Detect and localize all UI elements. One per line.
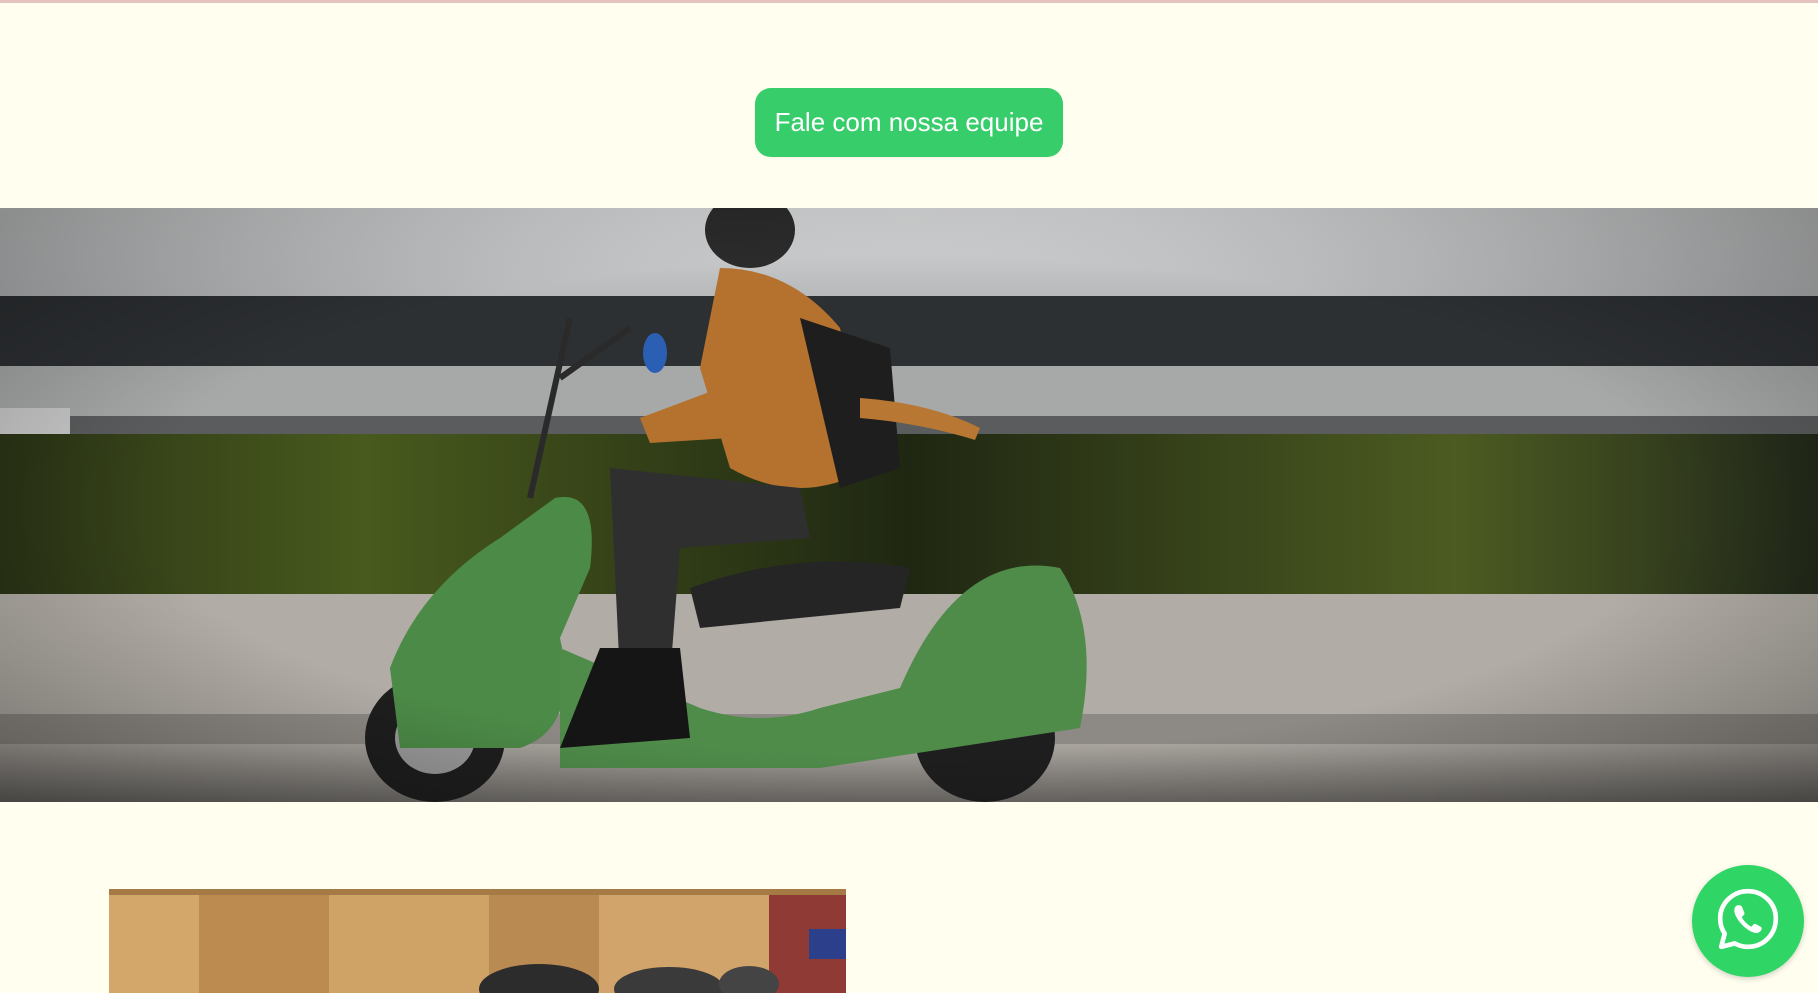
whatsapp-button[interactable] — [1692, 865, 1804, 977]
top-divider — [0, 0, 1818, 3]
contact-team-button[interactable]: Fale com nossa equipe — [754, 88, 1064, 157]
whatsapp-icon — [1715, 886, 1781, 957]
hero-image — [0, 208, 1818, 802]
warehouse-image — [109, 889, 846, 993]
cta-section: Fale com nossa equipe — [0, 88, 1818, 157]
